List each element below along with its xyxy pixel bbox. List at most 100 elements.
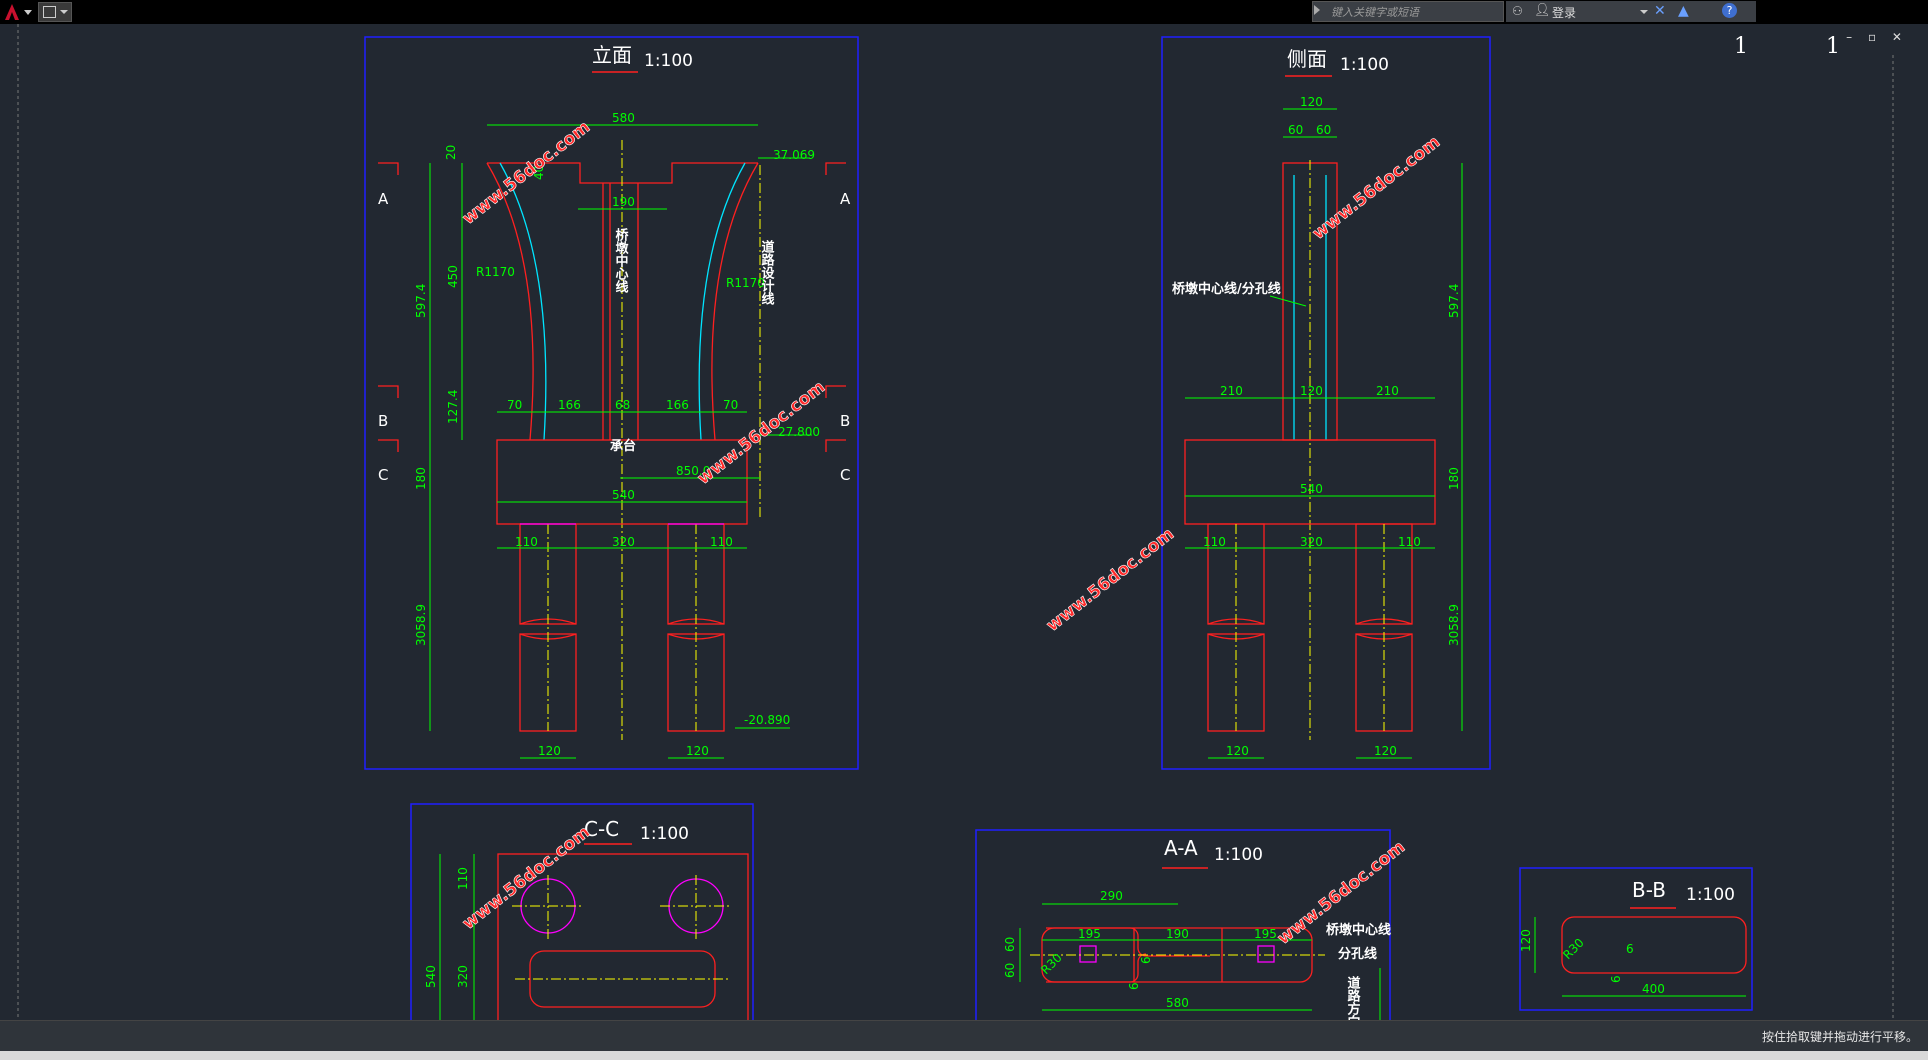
save-icon[interactable] bbox=[43, 6, 56, 18]
search-expand-icon[interactable] bbox=[1314, 5, 1320, 15]
svg-text:320: 320 bbox=[456, 965, 470, 988]
svg-text:400: 400 bbox=[1642, 982, 1665, 996]
svg-text:120: 120 bbox=[1519, 929, 1533, 952]
svg-text:6: 6 bbox=[1127, 982, 1141, 990]
svg-text:6: 6 bbox=[1626, 942, 1634, 956]
svg-text:-20.890: -20.890 bbox=[744, 713, 790, 727]
svg-text:180: 180 bbox=[1447, 467, 1461, 490]
svg-text:597.4: 597.4 bbox=[414, 284, 428, 318]
svg-text:580: 580 bbox=[612, 111, 635, 125]
title-bar: 键入关键字或短语 ⚇ 👤︎ 登录 ✕ ▲ ? bbox=[0, 0, 1928, 24]
side-center-label: 桥墩中心线/分孔线 bbox=[1172, 281, 1281, 297]
svg-text:B: B bbox=[378, 412, 388, 430]
svg-text:120: 120 bbox=[686, 744, 709, 758]
svg-text:580: 580 bbox=[1166, 996, 1189, 1010]
svg-text:60: 60 bbox=[1003, 963, 1017, 978]
svg-text:A: A bbox=[840, 190, 851, 208]
aa-direction-label: 道路方向 bbox=[1345, 975, 1361, 1020]
svg-text:110: 110 bbox=[710, 535, 733, 549]
bb-scale: 1:100 bbox=[1686, 885, 1735, 905]
svg-text:3058.9: 3058.9 bbox=[414, 604, 428, 646]
side-title: 侧面 bbox=[1287, 47, 1327, 71]
side-dimensions: 120 60 60 597.4 210 120 210 540 180 110 … bbox=[1185, 95, 1463, 759]
exchange-icon[interactable]: ✕ bbox=[1654, 3, 1666, 19]
svg-text:120: 120 bbox=[1374, 744, 1397, 758]
svg-text:210: 210 bbox=[1220, 384, 1243, 398]
aa-center-label: 桥墩中心线 bbox=[1326, 922, 1391, 938]
infocenter-toolbar: ⚇ 👤︎ 登录 ✕ ▲ ? bbox=[1506, 1, 1756, 22]
svg-text:195: 195 bbox=[1078, 927, 1101, 941]
svg-text:166: 166 bbox=[666, 398, 689, 412]
road-design-label: 道路设计线 bbox=[759, 239, 775, 306]
svg-text:190: 190 bbox=[1166, 927, 1189, 941]
watermark-2: www.56doc.com bbox=[1309, 132, 1444, 244]
svg-text:6: 6 bbox=[1609, 975, 1623, 983]
svg-text:60: 60 bbox=[1316, 123, 1331, 137]
svg-text:180: 180 bbox=[414, 467, 428, 490]
pier-center-label: 桥墩中心线 bbox=[613, 227, 629, 294]
svg-text:110: 110 bbox=[1398, 535, 1421, 549]
watermark-4: www.56doc.com bbox=[1043, 524, 1178, 636]
search-input[interactable]: 键入关键字或短语 bbox=[1312, 1, 1504, 22]
svg-text:540: 540 bbox=[424, 965, 438, 988]
svg-text:166: 166 bbox=[558, 398, 581, 412]
svg-text:210: 210 bbox=[1376, 384, 1399, 398]
bb-title: B-B bbox=[1632, 878, 1666, 902]
svg-text:120: 120 bbox=[538, 744, 561, 758]
svg-text:110: 110 bbox=[1203, 535, 1226, 549]
svg-text:20: 20 bbox=[444, 145, 458, 160]
cap-label: 承台 bbox=[610, 438, 636, 454]
svg-text:60: 60 bbox=[1288, 123, 1303, 137]
svg-text:540: 540 bbox=[612, 488, 635, 502]
watermark-1: www.56doc.com bbox=[459, 117, 594, 229]
aa-scale: 1:100 bbox=[1214, 845, 1263, 865]
autocad-logo-icon[interactable] bbox=[2, 2, 34, 22]
status-bar: 按住拾取键并拖动进行平移。 bbox=[0, 1020, 1928, 1051]
quick-access-toolbar[interactable] bbox=[38, 2, 72, 22]
svg-text:68: 68 bbox=[615, 398, 630, 412]
section-bb-view: B-B 1:100 120 R30 6 6 400 bbox=[1519, 867, 1753, 1011]
svg-text:127.4: 127.4 bbox=[446, 390, 460, 424]
svg-text:320: 320 bbox=[612, 535, 635, 549]
svg-text:C: C bbox=[840, 466, 850, 484]
aa-title: A-A bbox=[1164, 836, 1198, 860]
svg-text:110: 110 bbox=[515, 535, 538, 549]
svg-text:A: A bbox=[378, 190, 389, 208]
help-icon[interactable]: ? bbox=[1722, 3, 1737, 18]
autodesk-a360-icon[interactable]: ▲ bbox=[1678, 3, 1689, 19]
svg-text:R1170: R1170 bbox=[476, 265, 515, 279]
svg-text:320: 320 bbox=[1300, 535, 1323, 549]
aa-dimensions: 290 195 190 195 580 60 60 R30 6 6 bbox=[1003, 889, 1312, 1011]
svg-text:37.069: 37.069 bbox=[773, 148, 815, 162]
svg-text:6: 6 bbox=[1139, 956, 1153, 964]
svg-text:B: B bbox=[840, 412, 850, 430]
svg-text:110: 110 bbox=[456, 867, 470, 890]
user-icon[interactable]: 👤︎ bbox=[1534, 3, 1551, 18]
dropdown-arrow-icon[interactable] bbox=[60, 10, 68, 14]
status-message: 按住拾取键并拖动进行平移。 bbox=[1761, 1030, 1918, 1044]
svg-text:190: 190 bbox=[612, 195, 635, 209]
svg-text:C: C bbox=[378, 466, 388, 484]
login-dropdown-icon[interactable] bbox=[1640, 10, 1648, 14]
drawing-canvas[interactable]: .g { stroke:#00ff00; stroke-width:1; fil… bbox=[0, 24, 1928, 1020]
svg-text:3058.9: 3058.9 bbox=[1447, 604, 1461, 646]
svg-text:R30: R30 bbox=[1560, 936, 1587, 963]
elevation-title: 立面 bbox=[592, 43, 632, 67]
svg-text:597.4: 597.4 bbox=[1447, 284, 1461, 318]
elevation-scale: 1:100 bbox=[644, 51, 693, 71]
svg-text:70: 70 bbox=[723, 398, 738, 412]
svg-text:60: 60 bbox=[1003, 937, 1017, 952]
svg-text:120: 120 bbox=[1226, 744, 1249, 758]
binoculars-icon[interactable]: ⚇ bbox=[1512, 4, 1523, 18]
watermark-5: www.56doc.com bbox=[459, 822, 594, 934]
side-scale: 1:100 bbox=[1340, 55, 1389, 75]
cc-scale: 1:100 bbox=[640, 824, 689, 844]
svg-text:540: 540 bbox=[1300, 482, 1323, 496]
svg-text:120: 120 bbox=[1300, 384, 1323, 398]
login-button[interactable]: 登录 bbox=[1552, 4, 1576, 21]
svg-text:450: 450 bbox=[446, 265, 460, 288]
svg-text:120: 120 bbox=[1300, 95, 1323, 109]
svg-text:70: 70 bbox=[507, 398, 522, 412]
aa-split-label: 分孔线 bbox=[1338, 946, 1377, 962]
section-aa-view: A-A 1:100 290 195 190 195 580 60 60 R30 … bbox=[975, 829, 1391, 1020]
